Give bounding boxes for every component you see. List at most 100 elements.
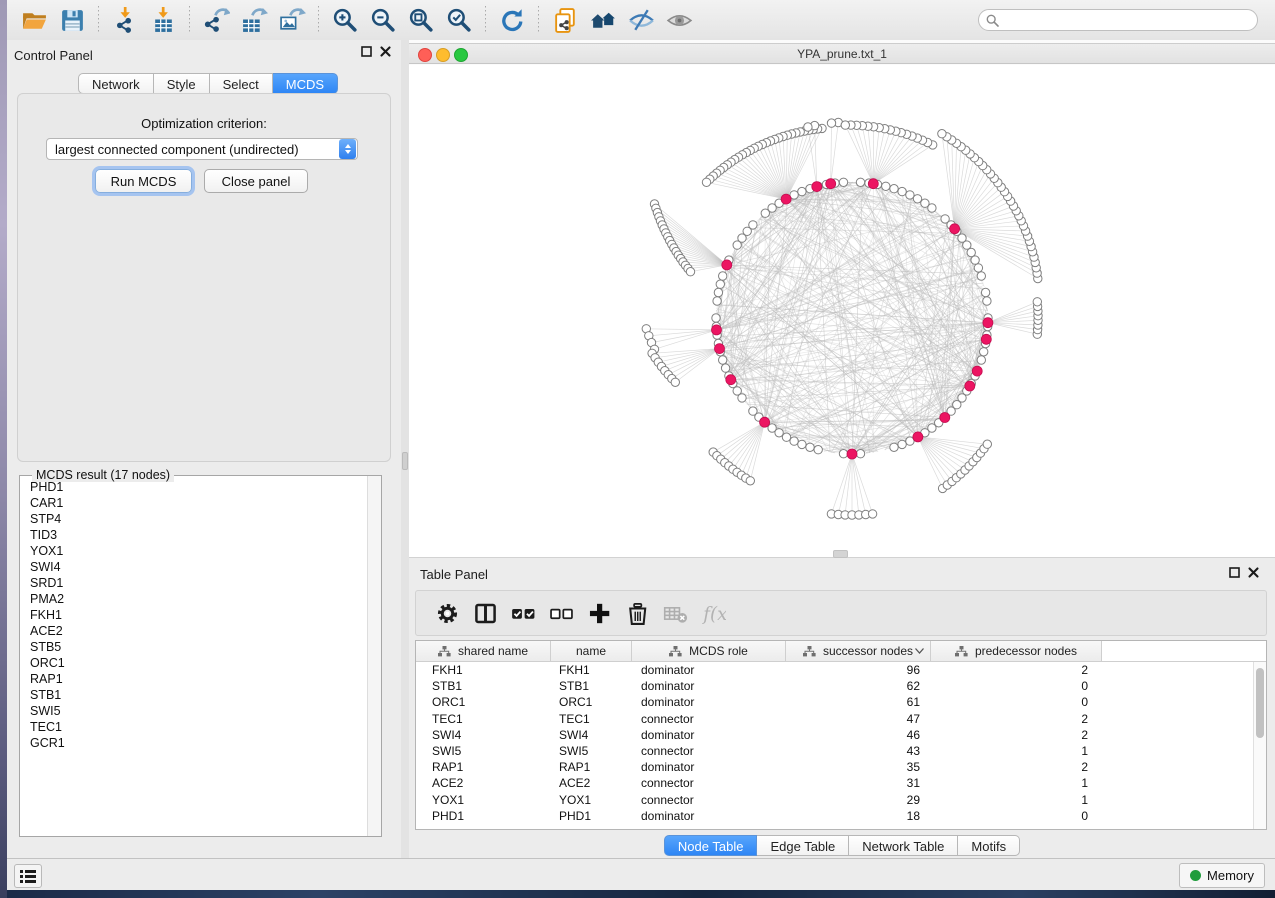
graph-node[interactable] — [906, 191, 914, 199]
zoom-selected-button[interactable] — [442, 3, 476, 37]
graph-node[interactable] — [841, 121, 849, 129]
dominator-graph-node[interactable] — [826, 179, 836, 189]
mcds-result-item[interactable]: SWI4 — [20, 559, 367, 575]
graph-node[interactable] — [971, 256, 979, 264]
export-image-button[interactable] — [275, 3, 309, 37]
table-cell[interactable]: YOX1 — [551, 793, 632, 807]
dominator-graph-node[interactable] — [972, 366, 982, 376]
dominator-graph-node[interactable] — [940, 413, 950, 423]
zoom-fit-button[interactable] — [404, 3, 438, 37]
float-panel-icon[interactable] — [1229, 567, 1240, 578]
horizontal-splitter-handle[interactable] — [833, 550, 848, 558]
dominator-graph-node[interactable] — [812, 182, 822, 192]
table-cell[interactable]: YOX1 — [416, 793, 551, 807]
table-cell[interactable]: connector — [632, 712, 786, 726]
graph-node[interactable] — [713, 297, 721, 305]
graph-node[interactable] — [839, 178, 847, 186]
graph-node[interactable] — [981, 288, 989, 296]
search-box[interactable] — [978, 9, 1258, 31]
mcds-result-item[interactable]: SWI5 — [20, 703, 367, 719]
close-panel-button[interactable]: Close panel — [204, 169, 308, 193]
table-cell[interactable]: FKH1 — [551, 663, 632, 677]
graph-node[interactable] — [856, 450, 864, 458]
table-cell[interactable]: SWI5 — [416, 744, 551, 758]
graph-node[interactable] — [798, 440, 806, 448]
column-header-predecessor-nodes[interactable]: predecessor nodes — [931, 641, 1102, 661]
table-cell[interactable]: connector — [632, 776, 786, 790]
table-cell[interactable]: 29 — [786, 793, 931, 807]
graph-node[interactable] — [806, 443, 814, 451]
table-row[interactable]: SWI4SWI4dominator462 — [416, 727, 1266, 743]
graph-node[interactable] — [746, 477, 754, 485]
table-cell[interactable]: 0 — [931, 695, 1102, 709]
table-cell[interactable]: TEC1 — [551, 712, 632, 726]
table-row[interactable]: TEC1TEC1connector472 — [416, 711, 1266, 727]
tab-select[interactable]: Select — [210, 73, 273, 94]
mcds-result-item[interactable]: STB5 — [20, 639, 367, 655]
open-file-button[interactable] — [17, 3, 51, 37]
graph-node[interactable] — [716, 280, 724, 288]
close-panel-icon[interactable] — [1248, 567, 1259, 578]
dominator-graph-node[interactable] — [726, 375, 736, 385]
table-cell[interactable]: 35 — [786, 760, 931, 774]
table-cell[interactable]: STB1 — [551, 679, 632, 693]
graph-node[interactable] — [712, 314, 720, 322]
hide-graphics-details-button[interactable] — [624, 3, 658, 37]
apply-function-button[interactable]: f(x) — [696, 595, 730, 631]
graph-node[interactable] — [790, 437, 798, 445]
search-input[interactable] — [1003, 10, 1257, 30]
table-cell[interactable]: dominator — [632, 809, 786, 823]
graph-node[interactable] — [733, 241, 741, 249]
graph-node[interactable] — [804, 123, 812, 131]
table-row[interactable]: ORC1ORC1dominator610 — [416, 694, 1266, 710]
mcds-result-item[interactable]: GCR1 — [20, 735, 367, 751]
delete-table-button[interactable] — [658, 595, 692, 631]
table-cell[interactable]: 2 — [931, 728, 1102, 742]
float-panel-icon[interactable] — [361, 46, 372, 57]
table-cell[interactable]: 43 — [786, 744, 931, 758]
dominator-graph-node[interactable] — [868, 179, 878, 189]
column-header-shared-name[interactable]: shared name — [416, 641, 551, 661]
table-cell[interactable]: 47 — [786, 712, 931, 726]
table-row[interactable]: ACE2ACE2connector311 — [416, 775, 1266, 791]
table-cell[interactable]: STB1 — [416, 679, 551, 693]
automation-panel-button[interactable] — [14, 864, 42, 888]
table-cell[interactable]: 31 — [786, 776, 931, 790]
column-header-MCDS-role[interactable]: MCDS role — [632, 641, 786, 661]
table-cell[interactable]: SWI4 — [551, 728, 632, 742]
run-mcds-button[interactable]: Run MCDS — [95, 169, 192, 193]
save-session-button[interactable] — [55, 3, 89, 37]
table-cell[interactable]: ORC1 — [551, 695, 632, 709]
table-cell[interactable]: dominator — [632, 679, 786, 693]
table-cell[interactable]: 1 — [931, 776, 1102, 790]
graph-node[interactable] — [719, 356, 727, 364]
table-cell[interactable]: dominator — [632, 760, 786, 774]
table-row[interactable]: STB1STB1dominator620 — [416, 678, 1266, 694]
tab-motifs[interactable]: Motifs — [958, 835, 1020, 856]
show-graphics-details-button[interactable] — [662, 3, 696, 37]
graph-node[interactable] — [798, 187, 806, 195]
mcds-result-item[interactable]: TID3 — [20, 527, 367, 543]
mcds-result-item[interactable]: RAP1 — [20, 671, 367, 687]
graph-node[interactable] — [890, 443, 898, 451]
memory-button[interactable]: Memory — [1179, 863, 1265, 888]
table-cell[interactable]: 2 — [931, 663, 1102, 677]
table-cell[interactable]: 2 — [931, 712, 1102, 726]
table-cell[interactable]: ORC1 — [416, 695, 551, 709]
dominator-graph-node[interactable] — [913, 432, 923, 442]
graph-node[interactable] — [738, 394, 746, 402]
table-row[interactable]: YOX1YOX1connector291 — [416, 792, 1266, 808]
table-row[interactable]: PHD1PHD1dominator180 — [416, 808, 1266, 824]
graph-node[interactable] — [686, 268, 694, 276]
table-cell[interactable]: 46 — [786, 728, 931, 742]
table-cell[interactable]: 96 — [786, 663, 931, 677]
table-cell[interactable]: ACE2 — [416, 776, 551, 790]
graph-node[interactable] — [890, 185, 898, 193]
table-scrollbar-thumb[interactable] — [1256, 668, 1264, 738]
select-stepper-icon[interactable] — [339, 139, 356, 159]
table-cell[interactable]: connector — [632, 793, 786, 807]
table-cell[interactable]: dominator — [632, 728, 786, 742]
table-cell[interactable]: 62 — [786, 679, 931, 693]
column-header-successor-nodes[interactable]: successor nodes — [786, 641, 931, 661]
graph-node[interactable] — [938, 130, 946, 138]
